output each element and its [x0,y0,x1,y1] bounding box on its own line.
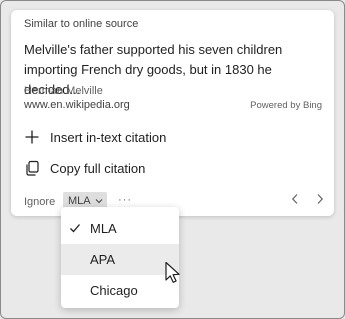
checkmark-icon [69,222,81,237]
card-header: Similar to online source [24,18,139,30]
citation-style-value: MLA [68,194,91,207]
window-frame: Similar to online source Melville's fath… [0,0,345,319]
dropdown-option-label: Chicago [90,283,138,298]
mouse-pointer-icon [164,261,182,285]
citation-card: Similar to online source Melville's fath… [11,10,334,216]
insert-citation-button[interactable]: Insert in-text citation [23,125,166,149]
chevron-left-icon [291,192,299,210]
dropdown-option-label: APA [90,252,116,267]
insert-citation-label: Insert in-text citation [50,129,167,145]
copy-icon [23,159,41,177]
dropdown-option-label: MLA [90,221,117,236]
plus-icon [23,128,41,146]
previous-source-button[interactable] [288,193,302,209]
chevron-down-icon [95,198,103,204]
next-source-button[interactable] [313,193,327,209]
ignore-button[interactable]: Ignore [24,196,55,208]
source-author: Herman Melville [24,85,103,97]
more-options-button[interactable]: ··· [118,194,132,206]
powered-by-label: Powered by Bing [250,100,322,111]
dropdown-option-chicago[interactable]: Chicago [61,275,179,306]
source-url[interactable]: www.en.wikipedia.org [24,99,130,111]
dropdown-option-mla[interactable]: MLA [61,213,179,244]
copy-citation-label: Copy full citation [50,160,146,176]
dropdown-option-apa[interactable]: APA [61,244,179,275]
chevron-right-icon [316,192,324,210]
citation-style-dropdown: MLA APA Chicago [61,207,179,308]
copy-citation-button[interactable]: Copy full citation [23,156,145,180]
